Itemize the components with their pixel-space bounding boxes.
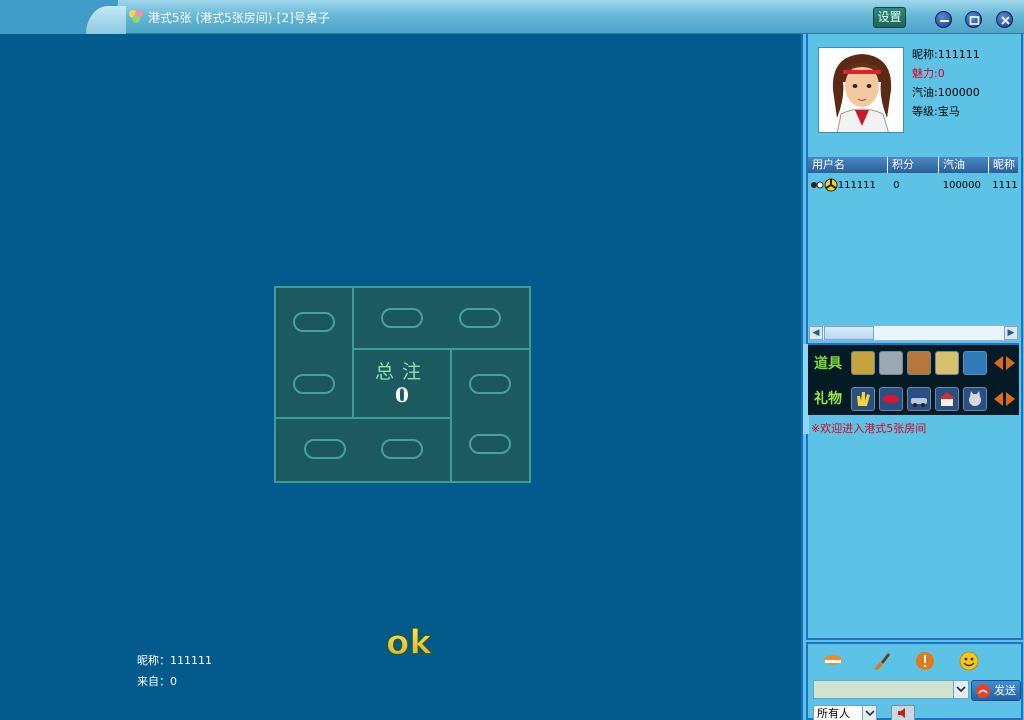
settings-button[interactable]: 设置	[873, 7, 906, 28]
props-prev-icon[interactable]	[994, 356, 1003, 370]
clear-icon[interactable]	[822, 650, 844, 672]
prop-item-bronze-icon[interactable]	[907, 351, 931, 375]
user-table-header: 用户名 积分 汽油 昵称	[808, 157, 1018, 173]
ok-label: ok	[386, 623, 433, 662]
chip-slot	[293, 312, 335, 332]
close-icon	[1001, 16, 1010, 25]
player-nickname: 昵称：111111	[137, 654, 212, 667]
speaker-icon	[898, 708, 905, 718]
props-label: 道具	[814, 356, 842, 372]
user-list-table: 用户名 积分 汽油 昵称 111111 0 100000 1111	[808, 157, 1018, 194]
brush-icon[interactable]	[870, 650, 892, 672]
chip-slot	[381, 439, 423, 459]
chevron-down-icon	[956, 686, 966, 693]
items-bar: 道具 礼物	[808, 343, 1019, 415]
prop-item-gold-icon[interactable]	[851, 351, 875, 375]
column-header-score[interactable]: 积分	[888, 157, 939, 173]
gift-house-icon[interactable]	[935, 387, 959, 411]
gifts-prev-icon[interactable]	[994, 392, 1003, 406]
props-next-icon[interactable]	[1006, 356, 1015, 370]
bet-board: 总注 0	[274, 286, 531, 483]
bet-area-right[interactable]	[451, 349, 530, 482]
cell-fuel: 100000	[942, 179, 981, 191]
app-window: 港式5张 (港式5张房间)-[2]号桌子 设置 总注 0 ok 昵称：11111…	[0, 0, 1024, 720]
profile-nickname: 昵称:111111	[912, 48, 980, 61]
gift-car-icon[interactable]	[907, 387, 931, 411]
chip-slot	[459, 308, 501, 328]
bet-area-bottom[interactable]	[275, 418, 451, 482]
gift-lips-icon[interactable]	[879, 387, 903, 411]
window-title: 港式5张 (港式5张房间)-[2]号桌子	[148, 11, 330, 25]
minimize-icon	[940, 20, 949, 22]
gifts-next-icon[interactable]	[1006, 392, 1015, 406]
chip-slot	[304, 439, 346, 459]
sound-button[interactable]	[891, 705, 915, 720]
gift-cat-icon[interactable]	[963, 387, 987, 411]
user-status-icon	[811, 181, 824, 189]
chevron-down-icon	[862, 706, 876, 720]
scroll-thumb[interactable]	[824, 326, 874, 340]
cell-username: 111111	[837, 179, 876, 191]
player-info: 昵称：111111 来自：0	[137, 650, 212, 692]
gifts-label: 礼物	[814, 391, 842, 407]
alert-icon[interactable]	[914, 650, 936, 672]
welcome-message: ※欢迎进入港式5张房间	[811, 422, 927, 435]
chat-history-dropdown[interactable]	[953, 681, 968, 698]
maximize-button[interactable]	[965, 11, 982, 28]
chat-target-value: 所有人	[817, 707, 850, 720]
maximize-icon	[969, 16, 980, 25]
prop-item-card-icon[interactable]	[935, 351, 959, 375]
close-button[interactable]	[996, 11, 1013, 28]
cell-score: 0	[893, 179, 900, 191]
profile-charm: 魅力:0	[912, 67, 945, 80]
avatar-portrait	[819, 48, 903, 132]
minimize-button[interactable]	[935, 11, 952, 28]
chip-slot	[469, 374, 511, 394]
horizontal-scrollbar[interactable]: ◀ ▶	[808, 325, 1019, 341]
profile-level: 等级:宝马	[912, 105, 960, 118]
chat-input[interactable]	[813, 680, 969, 699]
chat-target-select[interactable]: 所有人	[813, 705, 877, 720]
prop-item-silver-icon[interactable]	[879, 351, 903, 375]
bet-area-left[interactable]	[275, 287, 353, 418]
user-badge-icon	[824, 178, 838, 192]
chip-slot	[469, 434, 511, 454]
player-from: 来自：0	[137, 675, 177, 688]
scroll-right-icon[interactable]: ▶	[1004, 326, 1018, 340]
pot-label: 总注	[374, 361, 429, 383]
gift-hand-icon[interactable]	[851, 387, 875, 411]
title-bar: 港式5张 (港式5张房间)-[2]号桌子 设置	[0, 0, 1024, 34]
send-button[interactable]: 发送	[971, 680, 1021, 701]
prop-item-diamond-icon[interactable]	[963, 351, 987, 375]
column-header-fuel[interactable]: 汽油	[939, 157, 989, 173]
column-header-username[interactable]: 用户名	[808, 157, 888, 173]
emoticon-icon[interactable]	[958, 650, 980, 672]
send-label: 发送	[994, 684, 1016, 697]
right-panel: 昵称:111111 魅力:0 汽油:100000 等级:宝马 用户名 积分 汽油…	[801, 34, 1024, 720]
column-header-nickname[interactable]: 昵称	[989, 157, 1018, 173]
chip-slot	[293, 374, 335, 394]
send-icon	[976, 684, 990, 698]
avatar	[818, 47, 904, 133]
app-icon	[129, 10, 143, 23]
chat-panel: 发送 所有人	[806, 642, 1023, 720]
cell-nickname: 1111	[992, 179, 1018, 191]
scroll-left-icon[interactable]: ◀	[809, 326, 823, 340]
ok-button[interactable]: ok	[384, 622, 436, 662]
table-row[interactable]: 111111 0 100000 1111	[808, 176, 1018, 194]
profile-fuel: 汽油:100000	[912, 86, 980, 99]
pot-value: 0	[395, 383, 409, 407]
